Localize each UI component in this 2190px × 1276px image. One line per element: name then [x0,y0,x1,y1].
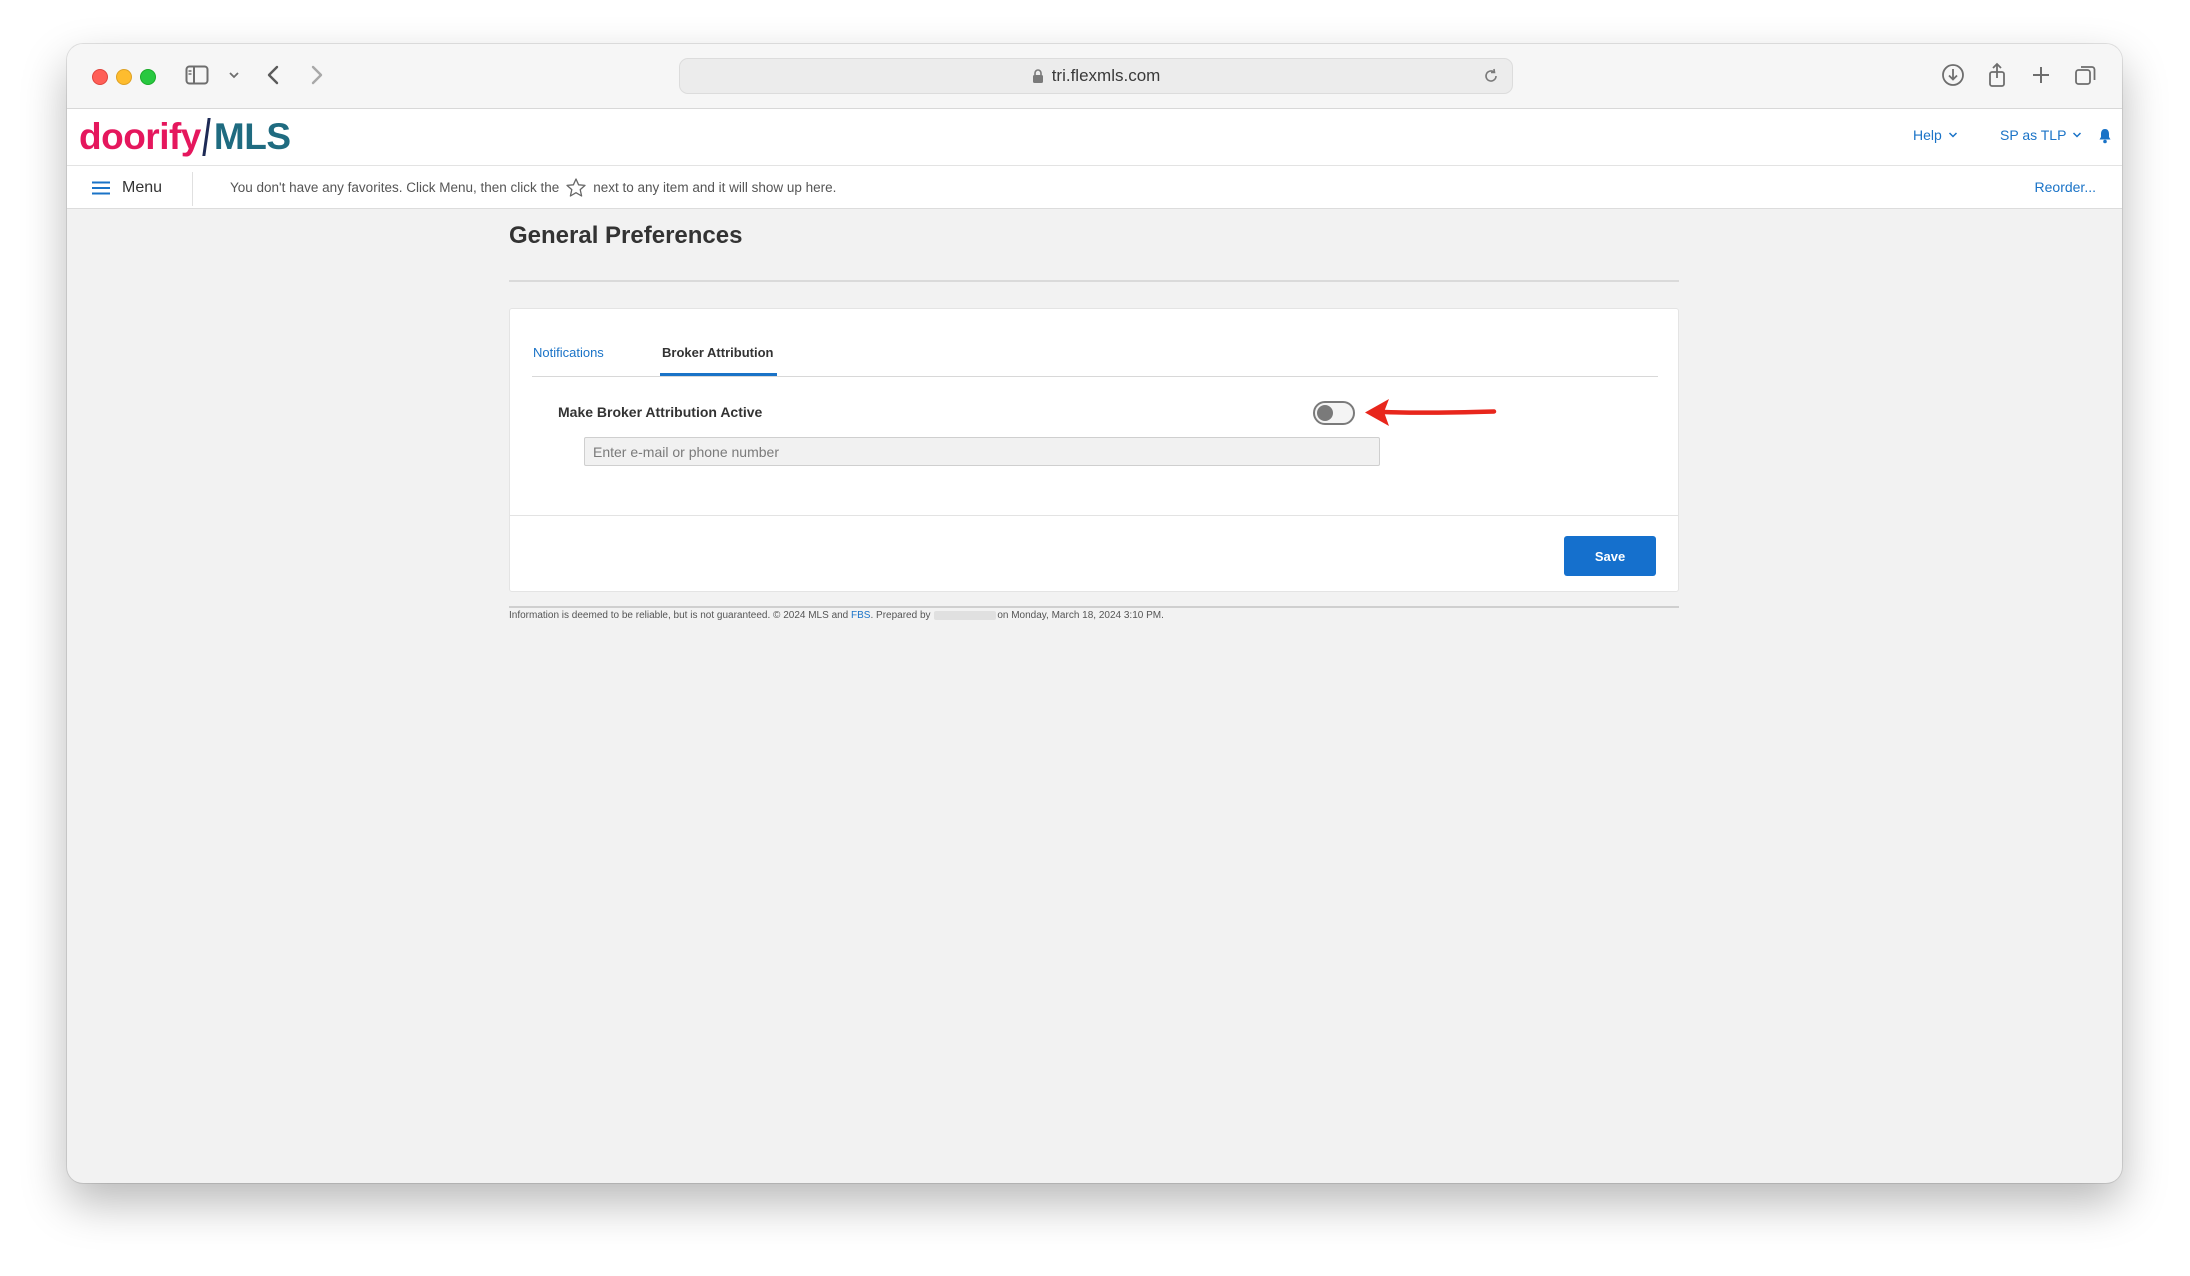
help-menu[interactable]: Help [1913,127,1958,143]
page-title: General Preferences [509,222,743,249]
address-bar[interactable]: tri.flexmls.com [679,58,1513,94]
tab-bar: Notifications Broker Attribution [532,335,1658,377]
title-divider [509,280,1679,282]
doorify-mls-logo[interactable]: doorify MLS [79,113,291,161]
active-tab-indicator [660,373,777,376]
toggle-knob [1317,405,1333,421]
email-or-phone-input[interactable] [584,437,1380,466]
footer-divider [509,606,1679,608]
card-divider [510,515,1678,516]
bell-icon[interactable] [2098,128,2112,149]
preferences-card: Notifications Broker Attribution Make Br… [509,308,1679,592]
forward-icon[interactable] [305,62,327,88]
tab-overview-icon[interactable] [2073,62,2099,88]
tab-broker-attribution[interactable]: Broker Attribution [662,345,773,360]
menu-button[interactable]: Menu [92,166,162,209]
chevron-down-icon [1948,132,1957,138]
close-window-button[interactable] [92,69,108,85]
share-icon[interactable] [1985,62,2009,88]
redacted-name [934,610,997,620]
reorder-link[interactable]: Reorder... [2035,179,2096,195]
red-arrow-annotation-icon [1365,399,1497,426]
page-footer: Information is deemed to be reliable, bu… [509,610,1164,621]
sidebar-toggle-icon[interactable] [184,62,210,88]
browser-toolbar: tri.flexmls.com [67,44,2122,109]
favorites-bar: Menu You don't have any favorites. Click… [67,166,2122,209]
new-tab-icon[interactable] [2030,62,2052,88]
fbs-link[interactable]: FBS [851,610,870,621]
lock-icon [1032,68,1044,84]
back-icon[interactable] [263,62,285,88]
save-button[interactable]: Save [1564,536,1656,576]
chevron-down-icon[interactable] [227,62,241,88]
browser-window: tri.flexmls.com doorify MLS Help SP as T… [67,44,2122,1183]
downloads-icon[interactable] [1940,62,1966,88]
tab-notifications[interactable]: Notifications [533,345,604,360]
account-menu[interactable]: SP as TLP [2000,127,2082,143]
app-header: doorify MLS Help SP as TLP [67,109,2122,166]
minimize-window-button[interactable] [116,69,132,85]
hamburger-icon [92,181,110,194]
url-text: tri.flexmls.com [1051,66,1161,85]
broker-attribution-label: Make Broker Attribution Active [558,404,763,420]
menu-divider [192,172,193,206]
star-icon [566,178,586,197]
reload-icon[interactable] [1482,67,1500,85]
favorites-message: You don't have any favorites. Click Menu… [230,178,837,197]
zoom-window-button[interactable] [140,69,156,85]
broker-attribution-toggle[interactable] [1313,401,1355,425]
chevron-down-icon [2073,132,2082,138]
